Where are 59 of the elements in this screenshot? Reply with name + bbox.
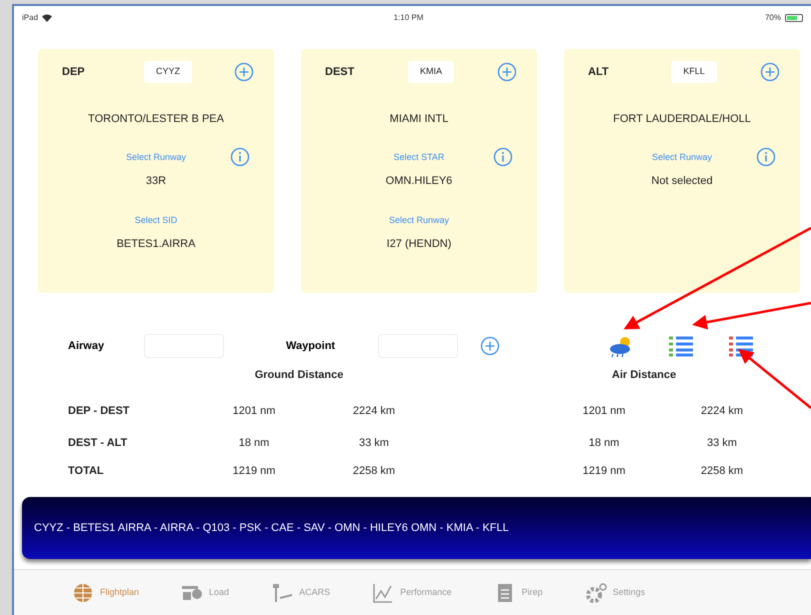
ground-distance-title: Ground Distance bbox=[254, 368, 344, 383]
tab-bar-item[interactable]: Flightplan bbox=[70, 582, 140, 604]
airport-name: TORONTO/LESTER B PEA bbox=[88, 112, 224, 126]
selection-value: I27 (HENDN) bbox=[386, 236, 452, 252]
select-link[interactable]: Select Runway bbox=[126, 147, 186, 167]
airport-name: FORT LAUDERDALE/HOLL bbox=[613, 112, 751, 126]
add-icon[interactable] bbox=[480, 336, 500, 356]
icao-field[interactable]: CYYZ bbox=[144, 61, 192, 82]
airport-name: MIAMI INTL bbox=[390, 112, 448, 126]
info-icon[interactable] bbox=[493, 147, 513, 167]
distance-value: 1219 nm bbox=[582, 464, 626, 479]
airport-role: DEP bbox=[62, 64, 86, 80]
waypoint-label: Waypoint bbox=[286, 338, 336, 354]
select-link[interactable]: Select Runway bbox=[652, 147, 712, 167]
distance-value: 33 km bbox=[358, 436, 390, 451]
distance-value: 2258 km bbox=[352, 464, 396, 479]
tab-bar-item[interactable]: Pirep bbox=[492, 582, 543, 604]
distance-value: 18 nm bbox=[238, 436, 270, 451]
leg-label: DEST - ALT bbox=[68, 436, 128, 451]
distance-value: 2258 km bbox=[700, 464, 744, 479]
icao-field[interactable]: KMIA bbox=[408, 61, 454, 82]
select-link[interactable]: Select STAR bbox=[394, 147, 444, 167]
distance-value: 18 nm bbox=[588, 436, 620, 451]
battery-icon bbox=[784, 14, 803, 22]
air-distance-title: Air Distance bbox=[610, 368, 678, 383]
device-name: iPad bbox=[22, 12, 38, 24]
wifi-icon bbox=[42, 14, 52, 22]
select-link[interactable]: Select Runway bbox=[388, 210, 450, 230]
status-time: 1:10 PM bbox=[394, 12, 424, 24]
route-text: CYYZ - BETES1 AIRRA - AIRRA - Q103 - PSK - CAE - SAV - OMN - HILEY6 OMN - KMIA - KFLL bbox=[34, 520, 509, 536]
select-link[interactable]: Select SID bbox=[134, 210, 178, 230]
tab-bar-item[interactable]: ACARS bbox=[269, 582, 330, 604]
leg-label: DEP - DEST bbox=[68, 404, 131, 419]
selection-value: OMN.HILEY6 bbox=[386, 174, 452, 189]
info-icon[interactable] bbox=[230, 147, 250, 167]
tab-bar-item[interactable]: Load bbox=[179, 582, 230, 604]
leg-label: TOTAL bbox=[68, 464, 105, 479]
distance-value: 33 km bbox=[706, 436, 738, 451]
airport-role: ALT bbox=[588, 64, 610, 80]
selection-value: BETES1.AIRRA bbox=[116, 236, 196, 252]
add-icon[interactable] bbox=[234, 62, 254, 82]
airport-role: DEST bbox=[325, 64, 356, 80]
tab-bar-item[interactable]: Performance bbox=[370, 582, 452, 604]
add-icon[interactable] bbox=[496, 62, 517, 82]
distance-value: 1201 nm bbox=[232, 404, 276, 419]
distance-value: 2224 km bbox=[352, 404, 396, 419]
list-icon[interactable] bbox=[728, 334, 754, 358]
distance-value: 2224 km bbox=[700, 404, 744, 419]
add-icon[interactable] bbox=[760, 62, 780, 82]
distance-value: 1201 nm bbox=[582, 404, 626, 419]
airway-label: Airway bbox=[68, 338, 106, 354]
tab-bar-item[interactable]: Settings bbox=[582, 582, 646, 604]
selection-value: 33R bbox=[146, 174, 166, 189]
info-icon[interactable] bbox=[756, 147, 776, 167]
checklist-icon[interactable] bbox=[668, 334, 694, 358]
battery-percent: 70% bbox=[764, 12, 781, 24]
icao-field[interactable]: KFLL bbox=[671, 61, 717, 82]
selection-value: Not selected bbox=[651, 174, 713, 189]
distance-value: 1219 nm bbox=[232, 464, 276, 479]
